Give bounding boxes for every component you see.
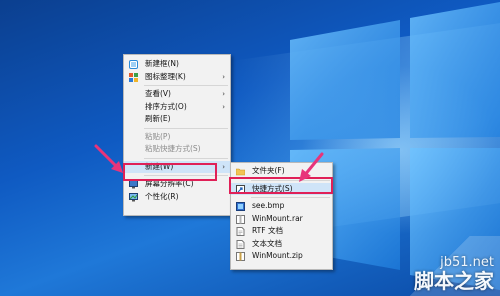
watermark-title: 脚本之家	[414, 269, 494, 293]
pointer-arrow-right	[299, 152, 324, 182]
menu-separator	[144, 157, 228, 159]
menu-item-paste-shortcut[interactable]: 粘贴快捷方式(S)	[124, 143, 230, 156]
menu-item-label: 查看(V)	[145, 89, 171, 98]
menu-item-new-frame[interactable]: 新建框(N)	[124, 58, 230, 71]
submenu-item-text[interactable]: 文本文档	[231, 238, 332, 251]
watermark: jb51.net 脚本之家	[414, 255, 494, 293]
personalize-icon	[129, 192, 138, 201]
menu-item-label: RTF 文档	[252, 226, 283, 235]
menu-separator	[144, 85, 228, 86]
menu-item-label: 粘贴快捷方式(S)	[145, 144, 201, 153]
menu-item-paste[interactable]: 粘贴(P)	[124, 131, 230, 144]
menu-item-label: 文本文档	[252, 238, 282, 248]
submenu-item-bmp[interactable]: see.bmp	[231, 200, 332, 213]
display-icon	[129, 180, 138, 189]
new-item-highlight-box	[123, 163, 217, 181]
new-frame-icon	[129, 60, 138, 69]
menu-item-label: 图标整理(K)	[145, 71, 186, 81]
submenu-item-zip[interactable]: WinMount.zip	[231, 250, 332, 263]
menu-separator	[144, 127, 228, 129]
chevron-right-icon: ›	[222, 102, 225, 111]
menu-item-label: 粘贴(P)	[145, 131, 171, 141]
submenu-item-rar[interactable]: WinMount.rar	[231, 213, 332, 226]
menu-item-sort-by[interactable]: 排序方式(O) ›	[124, 101, 230, 114]
zip-file-icon	[236, 252, 245, 261]
menu-item-label: 新建框(N)	[145, 59, 179, 68]
watermark-site: jb51.net	[440, 255, 494, 270]
text-file-icon	[236, 239, 245, 249]
folder-icon	[236, 168, 245, 176]
menu-item-personalize[interactable]: 个性化(R)	[124, 191, 230, 204]
pointer-arrow-left	[94, 144, 123, 173]
menu-item-label: WinMount.zip	[252, 251, 303, 260]
menu-item-label: 排序方式(O)	[145, 101, 187, 111]
rtf-file-icon	[236, 227, 245, 236]
chevron-right-icon: ›	[222, 162, 225, 171]
menu-item-refresh[interactable]: 刷新(E)	[124, 113, 230, 126]
menu-item-label: 刷新(E)	[145, 114, 171, 123]
bmp-file-icon	[236, 202, 245, 211]
menu-separator	[251, 197, 330, 198]
submenu-item-rtf[interactable]: RTF 文档	[231, 225, 332, 238]
menu-item-label: 文件夹(F)	[252, 166, 285, 175]
chevron-right-icon: ›	[222, 90, 225, 98]
menu-item-label: see.bmp	[252, 201, 285, 210]
menu-item-view[interactable]: 查看(V) ›	[124, 88, 230, 101]
menu-item-arrange-icons[interactable]: 图标整理(K) ›	[124, 71, 230, 84]
rar-file-icon	[236, 214, 245, 224]
menu-item-label: WinMount.rar	[252, 213, 303, 223]
arrange-icons-icon	[129, 72, 138, 82]
desktop-context-menu: 新建框(N) 图标整理(K) › 查看(V) › 排序方式(O) › 刷新(E)…	[123, 54, 231, 216]
chevron-right-icon: ›	[222, 72, 225, 81]
menu-item-label: 个性化(R)	[145, 191, 179, 201]
